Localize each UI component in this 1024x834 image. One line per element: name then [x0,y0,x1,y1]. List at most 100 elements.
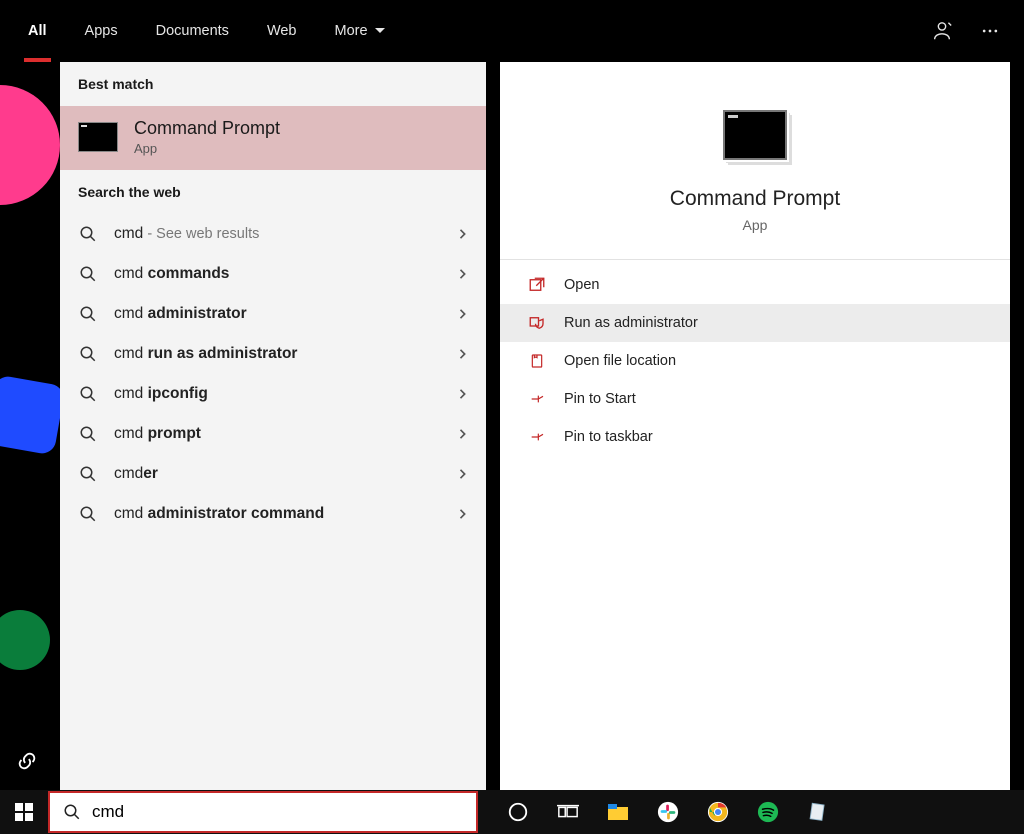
desktop-bg-shape [0,85,60,205]
desktop-bg-shape [0,374,66,455]
tab-label: More [335,23,368,39]
web-result-row[interactable]: cmd run as administrator [60,334,486,374]
shield-icon [528,314,546,332]
spotify-icon[interactable] [754,798,782,826]
chevron-right-icon[interactable] [458,389,468,399]
result-prefix: cmd [114,305,148,322]
result-prefix: cmd [114,425,148,442]
tab-all[interactable]: All [22,0,53,62]
preview-header: Command Prompt App [500,62,1010,260]
task-view-icon[interactable] [554,798,582,826]
best-match-header: Best match [60,62,486,106]
result-prefix: cmd [114,465,143,482]
action-run-as-administrator[interactable]: Run as administrator [500,304,1010,342]
search-input[interactable] [92,802,464,822]
link-icon[interactable] [16,750,38,772]
web-result-row[interactable]: cmder [60,454,486,494]
results-left-pane: Best match Command Prompt App Search the… [60,62,486,790]
tab-documents[interactable]: Documents [150,0,235,62]
search-icon [78,384,98,404]
open-icon [528,276,546,294]
action-label: Open [564,277,599,293]
tab-web[interactable]: Web [261,0,303,62]
result-bold: run as administrator [148,345,298,362]
result-bold: er [143,465,158,482]
command-prompt-icon [78,122,118,152]
chevron-right-icon[interactable] [458,349,468,359]
feedback-icon[interactable] [930,19,954,43]
tab-label: All [28,23,47,39]
cortana-icon[interactable] [504,798,532,826]
chevron-right-icon[interactable] [458,229,468,239]
filter-tabs: All Apps Documents Web More [22,0,392,62]
tab-apps[interactable]: Apps [79,0,124,62]
result-prefix: cmd [114,505,148,522]
result-prefix: cmd [114,345,148,362]
more-options-icon[interactable] [978,19,1002,43]
preview-title: Command Prompt [520,187,990,211]
slack-icon[interactable] [654,798,682,826]
pin-start-icon [528,390,546,408]
web-result-row[interactable]: cmd administrator [60,294,486,334]
taskbar-icons [478,798,1024,826]
preview-subtitle: App [520,217,990,233]
web-result-row[interactable]: cmd administrator command [60,494,486,534]
web-result-row[interactable]: cmd prompt [60,414,486,454]
action-open[interactable]: Open [500,266,1010,304]
action-pin-to-start[interactable]: Pin to Start [500,380,1010,418]
search-results-panel: Best match Command Prompt App Search the… [60,62,1010,790]
tab-more[interactable]: More [329,0,392,62]
chevron-down-icon [374,25,386,37]
start-button[interactable] [0,790,48,834]
notepad-icon[interactable] [804,798,832,826]
chevron-right-icon[interactable] [458,269,468,279]
result-prefix: cmd [114,225,143,242]
action-label: Pin to Start [564,391,636,407]
search-icon [78,504,98,524]
best-match-title: Command Prompt [134,118,280,139]
web-result-text: cmd - See web results [114,225,442,243]
folder-icon [528,352,546,370]
action-label: Pin to taskbar [564,429,653,445]
file-explorer-icon[interactable] [604,798,632,826]
taskbar-search-box[interactable] [48,791,478,833]
search-icon [78,224,98,244]
web-result-text: cmd ipconfig [114,385,442,403]
best-match-text: Command Prompt App [134,118,280,156]
web-result-row[interactable]: cmd ipconfig [60,374,486,414]
tab-label: Apps [85,23,118,39]
result-suffix: - See web results [143,226,259,242]
action-open-file-location[interactable]: Open file location [500,342,1010,380]
search-icon [78,264,98,284]
action-pin-to-taskbar[interactable]: Pin to taskbar [500,418,1010,456]
search-web-header: Search the web [60,170,486,214]
pin-taskbar-icon [528,428,546,446]
web-result-row[interactable]: cmd commands [60,254,486,294]
search-icon [78,304,98,324]
result-prefix: cmd [114,385,148,402]
web-result-text: cmd run as administrator [114,345,442,363]
search-icon [78,464,98,484]
result-bold: prompt [148,425,201,442]
command-prompt-icon [723,110,787,160]
tab-label: Web [267,23,297,39]
chevron-right-icon[interactable] [458,469,468,479]
chevron-right-icon[interactable] [458,309,468,319]
web-results-list: cmd - See web results cmd commands cmd a… [60,214,486,534]
result-bold: administrator [148,305,247,322]
action-label: Open file location [564,353,676,369]
web-result-row[interactable]: cmd - See web results [60,214,486,254]
search-icon [62,802,82,822]
action-list: Open Run as administrator Open file loca… [500,260,1010,462]
best-match-subtitle: App [134,141,280,156]
chevron-right-icon[interactable] [458,429,468,439]
chrome-icon[interactable] [704,798,732,826]
web-result-text: cmder [114,465,442,483]
tab-label: Documents [156,23,229,39]
topbar-right [930,19,1002,43]
result-bold: ipconfig [148,385,208,402]
best-match-result[interactable]: Command Prompt App [60,106,486,170]
result-bold: administrator command [148,505,325,522]
chevron-right-icon[interactable] [458,509,468,519]
preview-icon-wrap [723,110,787,182]
